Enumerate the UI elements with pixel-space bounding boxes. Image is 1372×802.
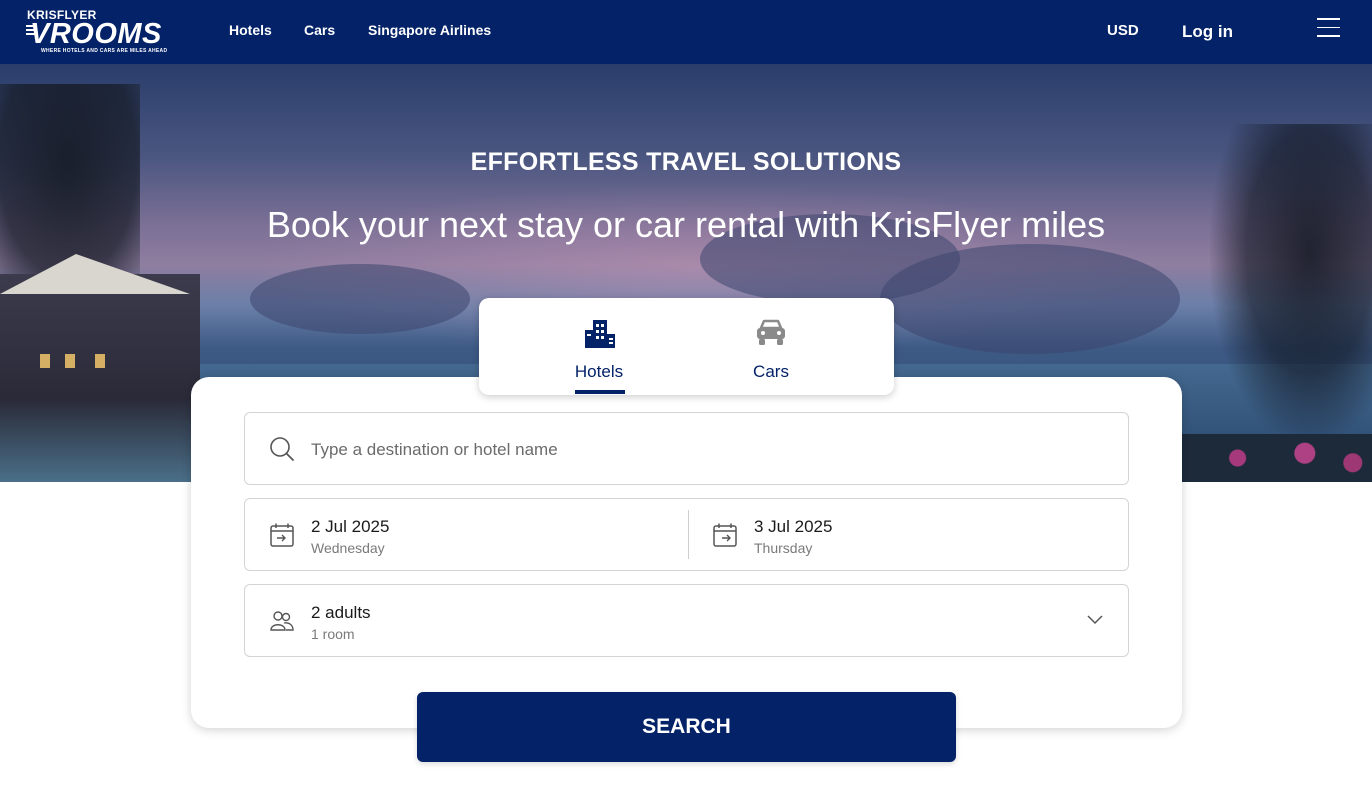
login-link[interactable]: Log in <box>1182 22 1233 42</box>
search-icon <box>270 437 294 461</box>
flowers-image <box>1180 434 1372 482</box>
logo-tagline: WHERE HOTELS AND CARS ARE MILES AHEAD <box>41 48 168 54</box>
logo-vrooms-text: VROOMS <box>30 18 162 50</box>
krisflyer-vrooms-logo[interactable]: KRISFLYER VROOMS WHERE HOTELS AND CARS A… <box>26 8 176 56</box>
top-navigation-bar: KRISFLYER VROOMS WHERE HOTELS AND CARS A… <box>0 0 1372 64</box>
product-tabs: Hotels Cars <box>479 298 894 395</box>
date-range-field: 2 Jul 2025 Wednesday 3 Jul 2025 Thursday <box>244 498 1129 571</box>
calendar-checkin-icon <box>270 523 294 547</box>
guests-rooms-selector[interactable]: 2 adults 1 room <box>244 584 1129 657</box>
car-icon <box>757 319 785 345</box>
rooms-count: 1 room <box>311 626 355 642</box>
nav-link-singapore-airlines[interactable]: Singapore Airlines <box>368 22 491 38</box>
hero-kicker: EFFORTLESS TRAVEL SOLUTIONS <box>470 148 902 176</box>
checkout-weekday: Thursday <box>754 540 813 556</box>
tab-cars-label: Cars <box>753 362 789 381</box>
search-button[interactable]: SEARCH <box>417 692 956 762</box>
calendar-checkout-icon <box>713 523 737 547</box>
hotel-building-icon <box>585 320 615 348</box>
tab-cars[interactable]: Cars <box>696 298 846 395</box>
nav-link-hotels[interactable]: Hotels <box>229 22 272 38</box>
checkin-date-picker[interactable]: 2 Jul 2025 Wednesday <box>245 499 687 570</box>
tab-hotels[interactable]: Hotels <box>524 298 674 395</box>
nav-link-cars[interactable]: Cars <box>304 22 335 38</box>
search-placeholder: Type a destination or hotel name <box>311 440 558 459</box>
resort-image <box>0 274 200 482</box>
hamburger-menu-icon[interactable] <box>1317 18 1340 38</box>
checkout-date: 3 Jul 2025 <box>754 517 833 536</box>
hero-headline: Book your next stay or car rental with K… <box>266 204 1106 245</box>
currency-selector[interactable]: USD <box>1107 22 1139 39</box>
guests-count: 2 adults <box>311 603 371 622</box>
guests-icon <box>270 611 294 631</box>
checkout-date-picker[interactable]: 3 Jul 2025 Thursday <box>688 499 1130 570</box>
tab-hotels-label: Hotels <box>574 362 624 381</box>
active-tab-indicator <box>575 390 625 394</box>
chevron-down-icon <box>1087 615 1103 625</box>
destination-search-input[interactable]: Type a destination or hotel name <box>244 412 1129 485</box>
checkin-date: 2 Jul 2025 <box>311 517 390 536</box>
checkin-weekday: Wednesday <box>311 540 385 556</box>
